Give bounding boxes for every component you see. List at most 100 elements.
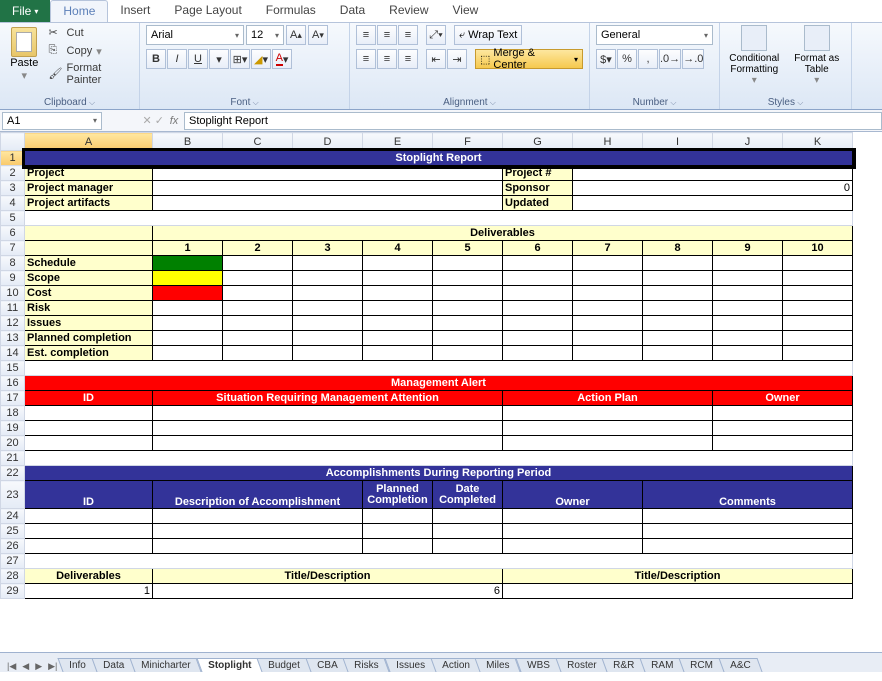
cell[interactable]: Sponsor — [503, 181, 573, 196]
cell[interactable] — [573, 331, 643, 346]
align-left-button[interactable]: ≡ — [356, 49, 376, 69]
cell[interactable] — [713, 316, 783, 331]
cell[interactable]: Planned completion — [25, 331, 153, 346]
cell[interactable] — [573, 316, 643, 331]
cell[interactable] — [573, 196, 853, 211]
ribbon-tab-formulas[interactable]: Formulas — [254, 0, 328, 22]
row-header[interactable]: 7 — [1, 241, 25, 256]
cell[interactable]: Comments — [643, 481, 853, 509]
cell[interactable] — [153, 346, 223, 361]
increase-indent-button[interactable]: ⇥ — [447, 49, 467, 69]
cell[interactable] — [153, 539, 363, 554]
row-header[interactable]: 1 — [1, 151, 25, 166]
row-header[interactable]: 12 — [1, 316, 25, 331]
cell[interactable] — [293, 331, 363, 346]
paste-button[interactable]: Paste ▾ — [6, 25, 43, 87]
underline-button[interactable]: U — [188, 49, 208, 69]
cell[interactable] — [643, 539, 853, 554]
currency-button[interactable]: $▾ — [596, 49, 616, 69]
cell[interactable] — [25, 539, 153, 554]
cell[interactable] — [713, 301, 783, 316]
cell[interactable]: 5 — [433, 241, 503, 256]
decrease-indent-button[interactable]: ⇤ — [426, 49, 446, 69]
cell[interactable]: 3 — [293, 241, 363, 256]
cell[interactable] — [25, 241, 153, 256]
cell[interactable] — [433, 256, 503, 271]
cell[interactable] — [713, 406, 853, 421]
cell[interactable]: Owner — [713, 391, 853, 406]
cell[interactable] — [153, 331, 223, 346]
row-header[interactable]: 2 — [1, 166, 25, 181]
cell[interactable] — [503, 301, 573, 316]
cell[interactable] — [25, 554, 853, 569]
cell[interactable] — [503, 286, 573, 301]
ribbon-tab-page-layout[interactable]: Page Layout — [162, 0, 253, 22]
enter-icon[interactable]: ✓ — [155, 114, 164, 127]
cell[interactable]: Schedule — [25, 256, 153, 271]
cell[interactable] — [153, 509, 363, 524]
cell[interactable]: Updated — [503, 196, 573, 211]
cell[interactable] — [713, 286, 783, 301]
cell[interactable] — [503, 509, 643, 524]
column-header[interactable]: G — [503, 133, 573, 151]
shrink-font-button[interactable]: A▾ — [308, 25, 328, 45]
cell[interactable]: Description of Accomplishment — [153, 481, 363, 509]
cut-button[interactable]: ✂Cut — [47, 25, 133, 41]
cell[interactable] — [153, 196, 503, 211]
cell[interactable] — [363, 524, 433, 539]
cell[interactable]: 4 — [363, 241, 433, 256]
underline-dropdown[interactable]: ▾ — [209, 49, 229, 69]
sheet-tab[interactable]: Action — [430, 658, 481, 672]
fx-icon[interactable]: fx — [164, 115, 184, 127]
cell[interactable] — [503, 316, 573, 331]
comma-button[interactable]: , — [638, 49, 658, 69]
cell[interactable] — [433, 346, 503, 361]
cell[interactable] — [363, 301, 433, 316]
font-color-button[interactable]: A▾ — [272, 49, 292, 69]
sheet-tab[interactable]: Data — [92, 658, 136, 672]
cell[interactable] — [573, 271, 643, 286]
italic-button[interactable]: I — [167, 49, 187, 69]
fill-color-button[interactable]: ◢▾ — [251, 49, 271, 69]
cell[interactable] — [503, 539, 643, 554]
cell[interactable]: 0 — [573, 181, 853, 196]
cell[interactable] — [25, 524, 153, 539]
cell[interactable] — [293, 271, 363, 286]
cell[interactable] — [433, 539, 503, 554]
cell[interactable]: Owner — [503, 481, 643, 509]
cell[interactable] — [783, 286, 853, 301]
cell[interactable] — [433, 301, 503, 316]
cell[interactable] — [223, 256, 293, 271]
row-header[interactable]: 17 — [1, 391, 25, 406]
cell[interactable]: Issues — [25, 316, 153, 331]
cell[interactable] — [783, 346, 853, 361]
cell[interactable] — [153, 166, 503, 181]
cell[interactable] — [153, 436, 503, 451]
column-header[interactable]: H — [573, 133, 643, 151]
cell[interactable] — [25, 436, 153, 451]
row-header[interactable]: 6 — [1, 226, 25, 241]
cell[interactable] — [25, 211, 853, 226]
cell[interactable] — [363, 509, 433, 524]
sheet-tab[interactable]: Risks — [343, 658, 391, 672]
orientation-button[interactable]: ⤢▾ — [426, 25, 446, 45]
cell[interactable]: Stoplight Report — [25, 151, 853, 166]
column-header[interactable]: J — [713, 133, 783, 151]
column-header[interactable]: C — [223, 133, 293, 151]
cell[interactable] — [293, 346, 363, 361]
column-header[interactable]: A — [25, 133, 153, 151]
row-header[interactable]: 10 — [1, 286, 25, 301]
cell[interactable] — [153, 316, 223, 331]
cell[interactable] — [153, 256, 223, 271]
row-header[interactable]: 21 — [1, 451, 25, 466]
cell[interactable] — [25, 406, 153, 421]
cell[interactable]: Project — [25, 166, 153, 181]
cell[interactable] — [25, 226, 153, 241]
row-header[interactable]: 8 — [1, 256, 25, 271]
cell[interactable] — [503, 331, 573, 346]
cell[interactable] — [153, 301, 223, 316]
cell[interactable] — [503, 436, 713, 451]
cell[interactable] — [293, 316, 363, 331]
ribbon-tab-data[interactable]: Data — [328, 0, 377, 22]
cell[interactable]: ID — [25, 391, 153, 406]
